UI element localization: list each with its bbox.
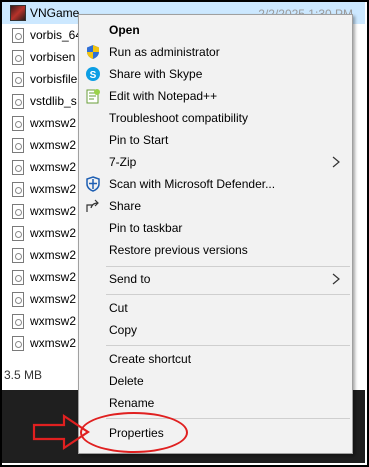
chevron-right-icon (331, 272, 341, 286)
file-name: VNGame (30, 6, 80, 20)
menu-item-label: Share with Skype (109, 67, 203, 81)
skype-icon: S (85, 66, 101, 82)
file-name: vstdlib_s (30, 94, 77, 108)
file-name: wxmsw2 (30, 226, 77, 240)
menu-item-label: Troubleshoot compatibility (109, 111, 248, 125)
menu-item-label: Restore previous versions (109, 243, 248, 257)
menu-item-share[interactable]: Share (80, 195, 351, 217)
menu-item-restore-previous-versions[interactable]: Restore previous versions (80, 239, 351, 261)
dll-file-icon (12, 291, 24, 307)
menu-item-label: Delete (109, 374, 144, 388)
status-size: 3.5 MB (4, 368, 43, 382)
menu-separator (106, 294, 350, 295)
file-name: vorbisen (30, 50, 76, 64)
menu-item-send-to[interactable]: Send to (80, 268, 351, 290)
menu-separator (106, 266, 350, 267)
file-name: wxmsw2 (30, 204, 77, 218)
menu-item-edit-with-notepadpp[interactable]: Edit with Notepad++ (80, 85, 351, 107)
menu-item-cut[interactable]: Cut (80, 297, 351, 319)
svg-text:S: S (90, 70, 97, 81)
menu-item-troubleshoot-compatibility[interactable]: Troubleshoot compatibility (80, 107, 351, 129)
menu-item-share-with-skype[interactable]: S Share with Skype (80, 63, 351, 85)
file-name: wxmsw2 (30, 248, 77, 262)
dll-file-icon (12, 159, 24, 175)
menu-item-7zip[interactable]: 7-Zip (80, 151, 351, 173)
dll-file-icon (12, 115, 24, 131)
app-icon (10, 5, 26, 21)
menu-item-pin-to-taskbar[interactable]: Pin to taskbar (80, 217, 351, 239)
file-name: wxmsw2 (30, 336, 77, 350)
menu-item-label: Send to (109, 272, 151, 286)
file-name: wxmsw2 (30, 116, 77, 130)
uac-shield-icon (85, 44, 101, 60)
file-name: vorbis_64 (30, 28, 83, 42)
menu-item-label: Pin to Start (109, 133, 169, 147)
dll-file-icon (12, 225, 24, 241)
menu-item-create-shortcut[interactable]: Create shortcut (80, 348, 351, 370)
dll-file-icon (12, 203, 24, 219)
menu-item-scan-with-defender[interactable]: Scan with Microsoft Defender... (80, 173, 351, 195)
menu-item-label: Create shortcut (109, 352, 192, 366)
file-name: wxmsw2 (30, 182, 77, 196)
file-name: wxmsw2 (30, 160, 77, 174)
menu-item-label: Copy (109, 323, 138, 337)
menu-item-label: 7-Zip (109, 155, 137, 169)
menu-item-pin-to-start[interactable]: Pin to Start (80, 129, 351, 151)
menu-item-label: Pin to taskbar (109, 221, 183, 235)
file-name: wxmsw2 (30, 292, 77, 306)
menu-item-label: Cut (109, 301, 128, 315)
file-name: wxmsw2 (30, 138, 77, 152)
dll-file-icon (12, 27, 24, 43)
dll-file-icon (12, 181, 24, 197)
menu-item-copy[interactable]: Copy (80, 319, 351, 341)
menu-item-open[interactable]: Open (80, 19, 351, 41)
annotation-arrow-icon (32, 413, 90, 451)
menu-item-label: Open (109, 23, 140, 37)
dll-file-icon (12, 93, 24, 109)
menu-item-run-as-administrator[interactable]: Run as administrator (80, 41, 351, 63)
dll-file-icon (12, 71, 24, 87)
highlight-circle (80, 412, 188, 453)
share-icon (85, 198, 101, 214)
dll-file-icon (12, 335, 24, 351)
file-name: wxmsw2 (30, 314, 77, 328)
dll-file-icon (12, 137, 24, 153)
dll-file-icon (12, 313, 24, 329)
menu-item-rename[interactable]: Rename (80, 392, 351, 414)
menu-item-delete[interactable]: Delete (80, 370, 351, 392)
file-name: wxmsw2 (30, 270, 77, 284)
dll-file-icon (12, 247, 24, 263)
menu-item-label: Rename (109, 396, 155, 410)
menu-separator (106, 345, 350, 346)
file-name: vorbisfile (30, 72, 78, 86)
notepadpp-icon (85, 88, 101, 104)
dll-file-icon (12, 269, 24, 285)
menu-item-label: Edit with Notepad++ (109, 89, 218, 103)
context-menu: Open Run as administrator S Share with S… (78, 14, 353, 454)
menu-item-label: Run as administrator (109, 45, 220, 59)
chevron-right-icon (331, 155, 341, 169)
menu-item-label: Scan with Microsoft Defender... (109, 177, 276, 191)
defender-icon (85, 176, 101, 192)
dll-file-icon (12, 49, 24, 65)
menu-item-label: Share (109, 199, 142, 213)
